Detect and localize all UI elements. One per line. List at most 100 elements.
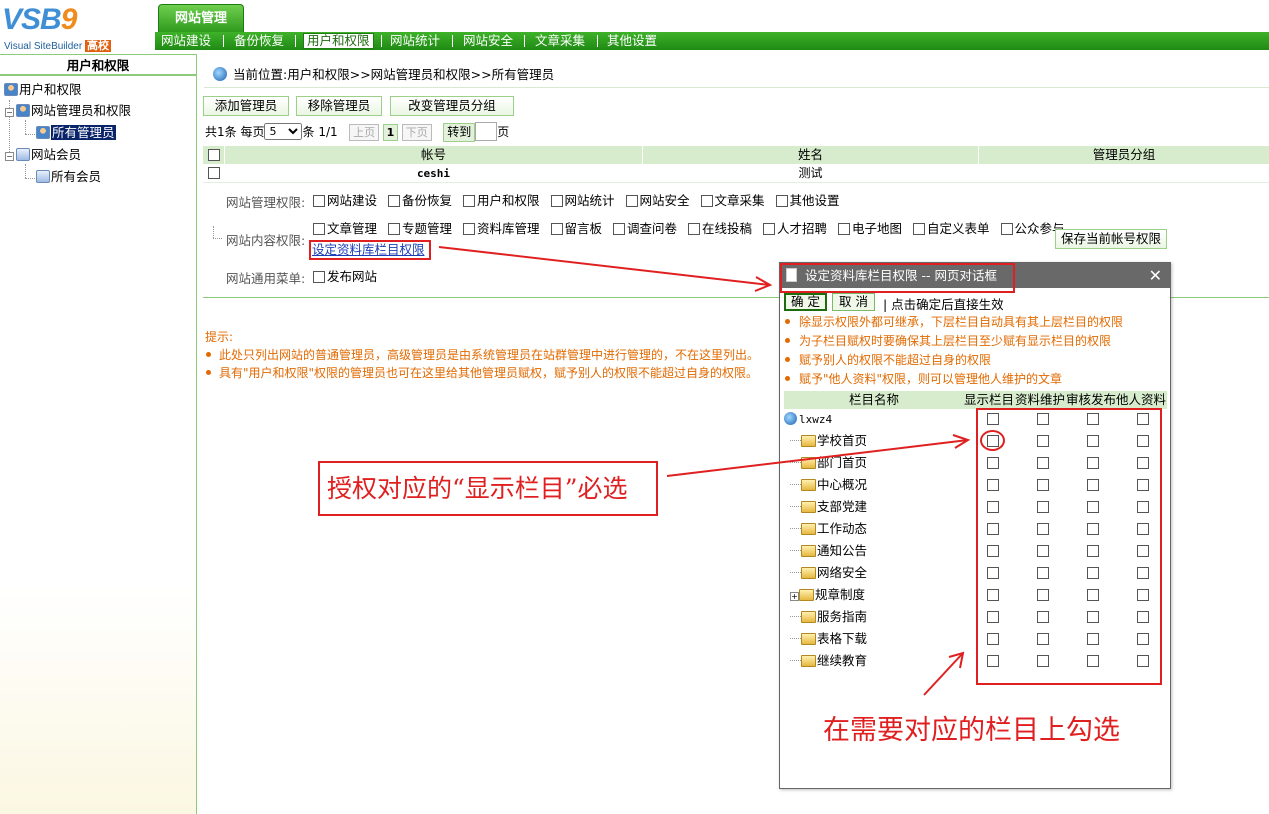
nav-security[interactable]: 网站安全 (463, 32, 513, 50)
tips: 提示: 此处只列出网站的普通管理员，高级管理员是由系统管理员在站群管理中进行管理… (205, 328, 805, 382)
category-name: 部门首页 (790, 452, 867, 474)
nav-backup[interactable]: 备份恢复 (234, 32, 284, 50)
nav-article-collect[interactable]: 文章采集 (535, 32, 585, 50)
category-name: 中心概况 (790, 474, 867, 496)
category-name: + 规章制度 (790, 587, 866, 602)
tip-item: 具有"用户和权限"权限的管理员也可在这里给其他管理员赋权，赋予别人的权限不能超过… (205, 364, 805, 382)
logo: VSB9 Visual SiteBuilder 高校 (2, 3, 111, 52)
perm-submission[interactable]: 在线投稿 (688, 220, 752, 238)
category-name: 表格下载 (790, 628, 867, 650)
sidebar-title: 用户和权限 (0, 54, 196, 76)
members-icon (16, 148, 30, 161)
common-menu-list: 发布网站 (313, 268, 384, 286)
ok-button[interactable]: 确 定 (784, 293, 827, 311)
users-icon (4, 83, 18, 96)
dialog-tip: 除显示权限外都可继承，下层栏目自动具有其上层栏目的权限 (784, 313, 1123, 330)
collapse-icon[interactable]: − (5, 108, 14, 117)
goto-button[interactable]: 转到 (443, 123, 476, 142)
nav-users-permissions[interactable]: 用户和权限 (303, 33, 374, 49)
perm-topics[interactable]: 专题管理 (388, 220, 452, 238)
perm-other-settings[interactable]: 其他设置 (775, 192, 840, 210)
category-name: 网络安全 (790, 562, 867, 584)
table-header: 帐号 姓名 管理员分组 (203, 146, 1269, 164)
set-library-perm-link[interactable]: 设定资料库栏目权限 (309, 240, 431, 260)
expand-icon[interactable]: + (790, 592, 799, 601)
perm-site-build[interactable]: 网站建设 (313, 192, 377, 210)
perm-recruit[interactable]: 人才招聘 (763, 220, 827, 238)
col-group: 管理员分组 (1092, 147, 1156, 162)
perm-users-permissions[interactable]: 用户和权限 (463, 192, 540, 210)
perm-map[interactable]: 电子地图 (838, 220, 902, 238)
folder-icon (801, 655, 816, 667)
per-page-select[interactable]: 5 (264, 123, 303, 140)
category-name: 继续教育 (790, 650, 867, 672)
remove-admin-button[interactable]: 移除管理员 (296, 96, 382, 116)
cancel-button[interactable]: 取 消 (832, 293, 875, 311)
change-group-button[interactable]: 改变管理员分组 (390, 96, 514, 116)
save-permissions-button[interactable]: 保存当前帐号权限 (1055, 229, 1168, 249)
table-row[interactable]: ceshi 测试 (203, 164, 1269, 183)
perm-publish-site[interactable]: 发布网站 (313, 268, 377, 286)
category-name: 工作动态 (790, 518, 867, 540)
perm-guestbook[interactable]: 留言板 (550, 220, 602, 238)
tab-site-management[interactable]: 网站管理 (158, 4, 244, 32)
site-perm-label: 网站管理权限: (226, 195, 306, 210)
annotation-required-display: 授权对应的“显示栏目”必选 (327, 474, 628, 503)
tree-item-admins[interactable]: − 网站管理员和权限 (5, 102, 131, 120)
tree-item-all-members[interactable]: 所有会员 (36, 168, 101, 186)
cell-group (979, 164, 1269, 182)
perm-article-collect[interactable]: 文章采集 (700, 192, 765, 210)
perm-security[interactable]: 网站安全 (625, 192, 690, 210)
annotation-circle (980, 430, 1005, 451)
folder-icon (801, 479, 816, 491)
folder-icon (801, 457, 816, 469)
admin-icon (36, 126, 50, 139)
content-perm-label: 网站内容权限: (226, 233, 306, 248)
nav-other-settings[interactable]: 其他设置 (607, 32, 657, 50)
common-menu-label: 网站通用菜单: (226, 271, 306, 286)
col-account: 帐号 (225, 146, 643, 164)
folder-icon (801, 523, 816, 535)
select-all-checkbox[interactable] (207, 149, 220, 161)
current-page[interactable]: 1 (382, 124, 398, 141)
admin-group-icon (16, 104, 30, 117)
breadcrumb: 当前位置:用户和权限>>网站管理员和权限>>所有管理员 (204, 62, 1269, 88)
nav-site-build[interactable]: 网站建设 (161, 32, 211, 50)
perm-backup[interactable]: 备份恢复 (388, 192, 452, 210)
pager: 共1条 每页 5 条 1/1 上页 1 下页 转到页 (205, 122, 509, 144)
perm-stats[interactable]: 网站统计 (550, 192, 615, 210)
col-maintain: 资料维护 (1015, 392, 1066, 407)
folder-icon (801, 435, 816, 447)
dialog-table-header: 栏目名称 显示栏目 资料维护 审核发布 他人资料 (784, 391, 1167, 409)
tree-item-members[interactable]: − 网站会员 (5, 146, 81, 164)
collapse-icon[interactable]: − (5, 152, 14, 161)
tree-root-users-permissions[interactable]: 用户和权限 (4, 81, 82, 99)
annotation-box (780, 263, 1015, 293)
goto-page-input[interactable] (475, 122, 498, 141)
perm-articles[interactable]: 文章管理 (313, 220, 377, 238)
perm-library[interactable]: 资料库管理 (463, 220, 540, 238)
member-icon (36, 170, 50, 183)
close-icon[interactable]: ✕ (1149, 263, 1162, 288)
tree-item-all-admins[interactable]: 所有管理员 (36, 124, 116, 142)
dialog-tip: 赋予"他人资料"权限，则可以管理他人维护的文章 (784, 370, 1062, 387)
category-name: 支部党建 (790, 496, 867, 518)
cell-account: ceshi (225, 164, 643, 182)
perm-survey[interactable]: 调查问卷 (613, 220, 677, 238)
nav-stats[interactable]: 网站统计 (390, 32, 440, 50)
dialog-tip: 为子栏目赋权时要确保其上层栏目至少赋有显示栏目的权限 (784, 332, 1111, 349)
col-display: 显示栏目 (964, 392, 1015, 407)
perm-custom-form[interactable]: 自定义表单 (913, 220, 990, 238)
add-admin-button[interactable]: 添加管理员 (203, 96, 289, 116)
globe-icon (784, 412, 797, 425)
row-checkbox[interactable] (207, 167, 220, 179)
next-page-button[interactable]: 下页 (401, 124, 432, 141)
folder-icon (801, 633, 816, 645)
annotation-box (976, 408, 1162, 685)
folder-icon (801, 501, 816, 513)
cell-name: 测试 (643, 164, 979, 182)
prev-page-button[interactable]: 上页 (349, 124, 380, 141)
dialog-tip: 赋予别人的权限不能超过自身的权限 (784, 351, 991, 368)
folder-icon (799, 589, 814, 601)
folder-icon (801, 567, 816, 579)
